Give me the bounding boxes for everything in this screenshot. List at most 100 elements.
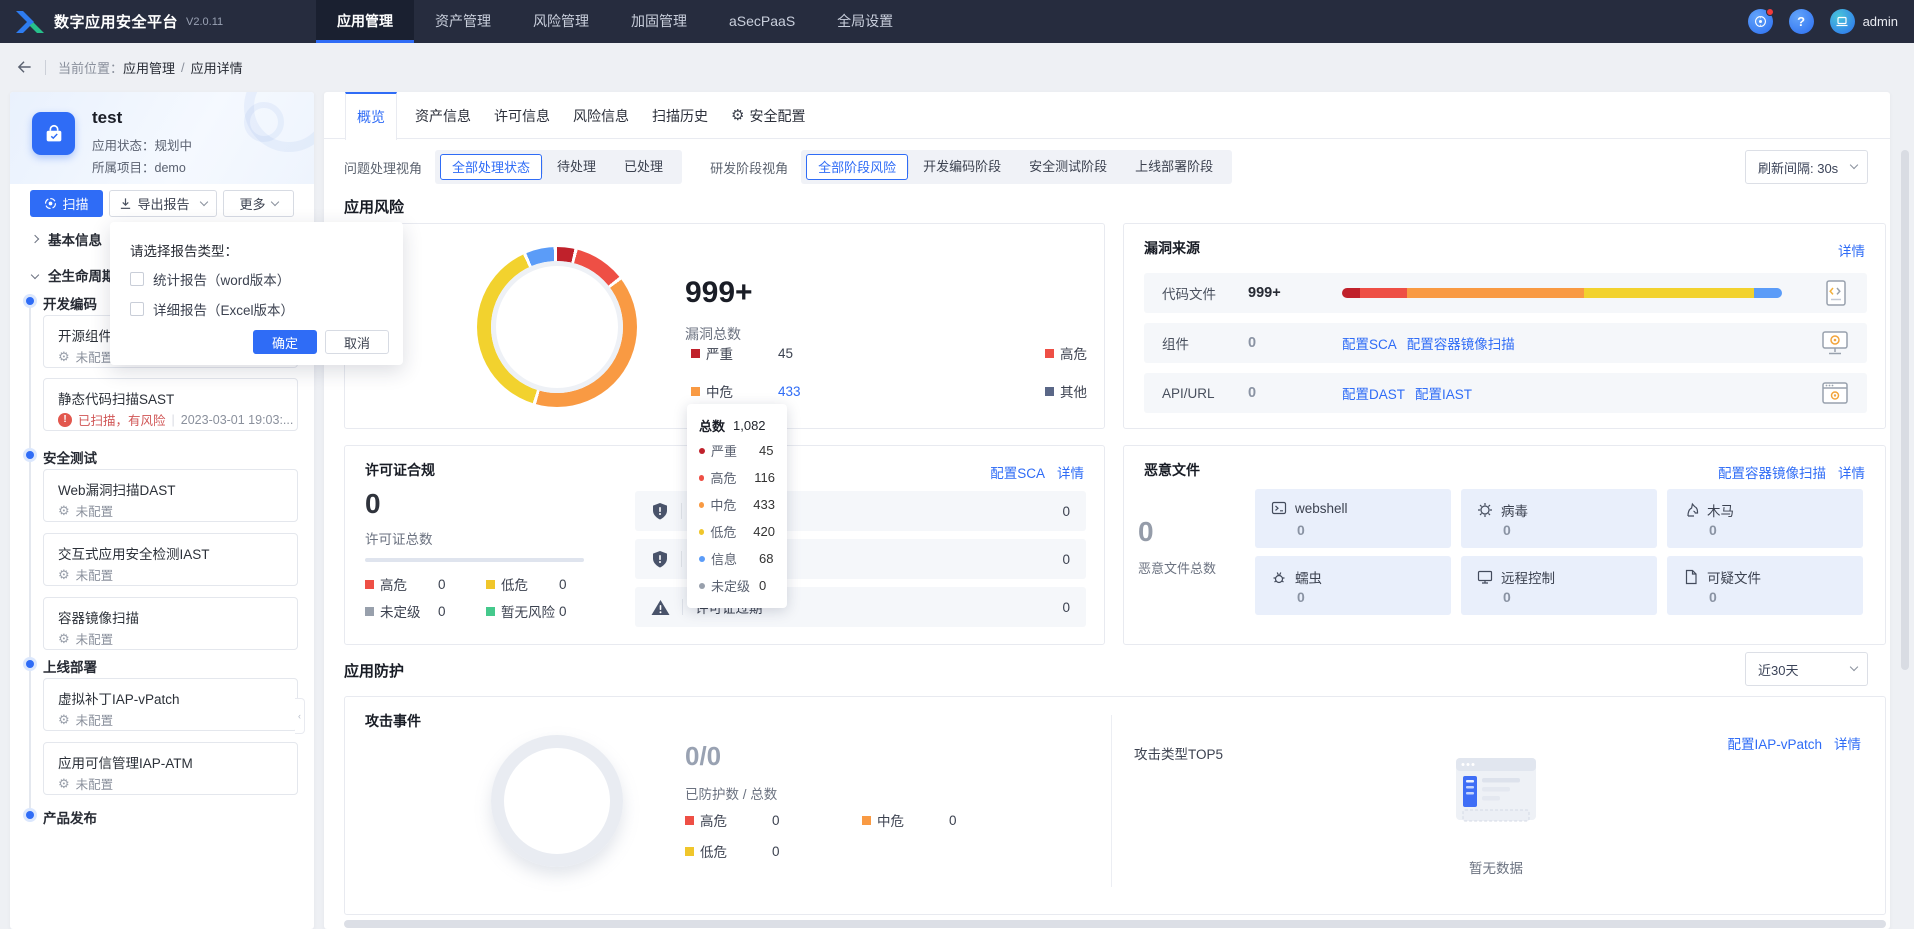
card-status: 未配置 xyxy=(76,501,114,520)
sidebar-card-sast[interactable]: 静态代码扫描SAST !已扫描，有风险|2023-03-01 19:03:... xyxy=(43,378,298,431)
menu-hardening-management[interactable]: 加固管理 xyxy=(610,0,708,43)
warning-icon xyxy=(651,599,670,616)
username[interactable]: admin xyxy=(1863,14,1898,29)
menu-global-settings[interactable]: 全局设置 xyxy=(816,0,914,43)
horizontal-scrollbar[interactable] xyxy=(344,920,1886,928)
config-vpatch-link[interactable]: 配置IAP-vPatch xyxy=(1727,733,1822,753)
confirm-button[interactable]: 确定 xyxy=(253,330,317,354)
tab-risk-info[interactable]: 风险信息 xyxy=(573,106,629,126)
config-dast-link[interactable]: 配置DAST xyxy=(1342,383,1405,403)
divider xyxy=(1111,715,1112,887)
checkbox-excel-report[interactable] xyxy=(130,302,144,316)
severity-stack-bar xyxy=(1342,288,1782,298)
app-project-row: 所属项目：demo xyxy=(92,157,186,176)
refresh-interval-select[interactable]: 刷新间隔: 30s xyxy=(1745,150,1868,184)
card-title: 容器镜像扫描 xyxy=(58,607,139,627)
filter-dev-stage[interactable]: 开发编码阶段 xyxy=(909,154,1015,180)
app-version: V2.0.11 xyxy=(186,16,223,28)
top5-detail-link[interactable]: 详情 xyxy=(1834,733,1861,753)
card-title: 应用可信管理IAP-ATM xyxy=(58,752,193,772)
menu-asecpaas[interactable]: aSecPaaS xyxy=(708,0,816,43)
filter-view2-label: 研发阶段视角 xyxy=(710,158,788,177)
notification-icon[interactable] xyxy=(1748,9,1773,34)
malicious-config-link[interactable]: 配置容器镜像扫描 xyxy=(1718,462,1826,482)
top-menu: 应用管理 资产管理 风险管理 加固管理 aSecPaaS 全局设置 xyxy=(316,0,914,43)
filter-test-stage[interactable]: 安全测试阶段 xyxy=(1015,154,1121,180)
filter-all-status[interactable]: 全部处理状态 xyxy=(440,154,542,180)
config-container-scan-link[interactable]: 配置容器镜像扫描 xyxy=(1407,333,1515,353)
tab-asset-info[interactable]: 资产信息 xyxy=(415,106,471,126)
card-status: 未配置 xyxy=(76,629,114,648)
sidebar-card-atm[interactable]: 应用可信管理IAP-ATM ⚙未配置 xyxy=(43,742,298,795)
export-report-popover: 请选择报告类型： 统计报告（word版本） 详细报告（Excel版本） 确定 取… xyxy=(110,222,403,365)
remote-control-icon xyxy=(1477,569,1493,585)
checkbox-word-report[interactable] xyxy=(130,272,144,286)
license-legend-norisk: 暂无风险 0 xyxy=(486,601,567,621)
legend-critical: 严重 45 xyxy=(691,343,793,363)
time-range-select[interactable]: 近30天 xyxy=(1745,652,1868,686)
export-report-button[interactable]: 导出报告 xyxy=(109,190,217,217)
decoration xyxy=(244,102,284,142)
back-icon[interactable] xyxy=(16,59,33,75)
report-option-excel[interactable]: 详细报告（Excel版本） xyxy=(130,299,294,319)
sidebar-card-iast[interactable]: 交互式应用安全检测IAST ⚙未配置 xyxy=(43,533,298,586)
more-button[interactable]: 更多 xyxy=(223,190,294,217)
dot-icon xyxy=(699,502,704,508)
medium-count-link[interactable]: 433 xyxy=(778,384,801,399)
dot-icon xyxy=(699,583,705,589)
component-icon xyxy=(1821,330,1849,356)
stage-release: 产品发布 xyxy=(43,807,97,827)
vertical-scrollbar[interactable] xyxy=(1901,150,1909,670)
tab-license-info[interactable]: 许可信息 xyxy=(494,106,550,126)
malicious-detail-link[interactable]: 详情 xyxy=(1838,462,1865,482)
chevron-down-icon xyxy=(199,198,207,206)
menu-risk-management[interactable]: 风险管理 xyxy=(512,0,610,43)
timeline-line xyxy=(29,301,31,815)
license-config-sca-link[interactable]: 配置SCA xyxy=(990,462,1045,482)
filter-group-stage: 全部阶段风险 开发编码阶段 安全测试阶段 上线部署阶段 xyxy=(801,150,1232,184)
stage-dev-coding: 开发编码 xyxy=(43,293,97,313)
cancel-button[interactable]: 取消 xyxy=(325,330,389,354)
tab-security-config[interactable]: ⚙安全配置 xyxy=(731,106,805,126)
notification-badge xyxy=(1766,8,1774,16)
tree-label: 基本信息 xyxy=(48,229,102,249)
filter-pending[interactable]: 待处理 xyxy=(543,154,610,180)
chevron-down-icon xyxy=(31,271,39,279)
report-option-word[interactable]: 统计报告（word版本） xyxy=(130,269,290,289)
help-icon[interactable]: ? xyxy=(1789,9,1814,34)
config-iast-link[interactable]: 配置IAST xyxy=(1415,383,1472,403)
tab-overview[interactable]: 概览 xyxy=(345,92,397,140)
tile-remote-control: 远程控制 0 xyxy=(1461,556,1657,615)
legend-color xyxy=(486,580,495,589)
gear-icon: ⚙ xyxy=(731,108,744,123)
sidebar-card-dast[interactable]: Web漏洞扫描DAST ⚙未配置 xyxy=(43,469,298,522)
dialog-title: 请选择报告类型： xyxy=(130,240,238,260)
risk-donut-chart[interactable] xyxy=(477,247,637,407)
malicious-total: 0 xyxy=(1138,516,1154,548)
vuln-source-detail-link[interactable]: 详情 xyxy=(1838,240,1865,260)
sidebar-collapse-handle[interactable]: ‹ xyxy=(295,698,305,734)
gear-icon: ⚙ xyxy=(58,713,70,726)
filter-deploy-stage[interactable]: 上线部署阶段 xyxy=(1121,154,1227,180)
filter-all-stage-risk[interactable]: 全部阶段风险 xyxy=(806,154,908,180)
tile-webshell: webshell 0 xyxy=(1255,489,1451,548)
attack-top5-title: 攻击类型TOP5 xyxy=(1134,743,1223,763)
card-title: 虚拟补丁IAP-vPatch xyxy=(58,688,180,708)
scan-button[interactable]: 扫描 xyxy=(30,190,103,217)
sidebar-item-basic-info[interactable]: 基本信息 xyxy=(32,226,102,252)
avatar[interactable] xyxy=(1830,9,1855,34)
breadcrumb-section[interactable]: 应用管理 xyxy=(123,58,175,77)
tab-scan-history[interactable]: 扫描历史 xyxy=(652,106,708,126)
filter-processed[interactable]: 已处理 xyxy=(610,154,677,180)
config-sca-link[interactable]: 配置SCA xyxy=(1342,333,1397,353)
divider xyxy=(681,551,682,567)
license-legend-high: 高危 0 xyxy=(365,574,446,594)
sidebar-card-vpatch[interactable]: 虚拟补丁IAP-vPatch ⚙未配置 xyxy=(43,678,298,731)
license-detail-link[interactable]: 详情 xyxy=(1057,462,1084,482)
sidebar-card-container-scan[interactable]: 容器镜像扫描 ⚙未配置 xyxy=(43,597,298,650)
legend-color xyxy=(365,607,374,616)
dot-icon xyxy=(699,448,705,454)
logo-icon xyxy=(14,9,44,35)
menu-asset-management[interactable]: 资产管理 xyxy=(414,0,512,43)
menu-app-management[interactable]: 应用管理 xyxy=(316,0,414,43)
